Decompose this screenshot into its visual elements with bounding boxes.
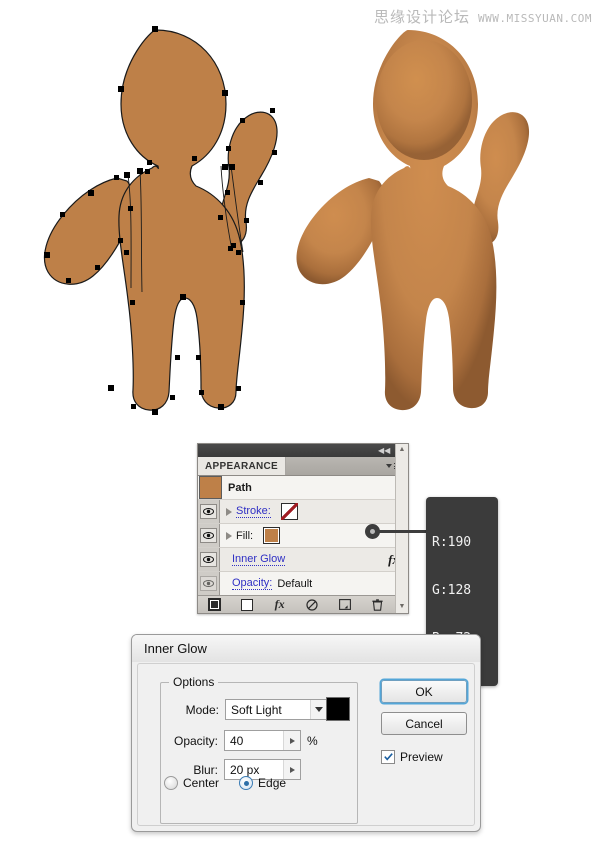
inner-glow-visibility-toggle[interactable]	[198, 548, 220, 571]
opacity-stepper-icon[interactable]	[283, 731, 300, 750]
ok-button-label: OK	[415, 684, 433, 699]
ok-button[interactable]: OK	[381, 680, 467, 703]
opacity-value: Default	[277, 577, 313, 590]
panel-titlebar: ◀◀ ✕	[198, 444, 408, 457]
eye-icon	[200, 528, 217, 543]
opacity-row-label[interactable]: Opacity:	[232, 577, 273, 590]
radio-edge[interactable]: Edge	[239, 776, 286, 790]
radio-center-indicator	[164, 776, 178, 790]
appearance-scrollbar[interactable]: ▲ ▼	[395, 444, 408, 613]
appearance-row-inner-glow[interactable]: Inner Glow fx	[198, 548, 408, 572]
dialog-title: Inner Glow	[144, 641, 207, 656]
eye-icon	[200, 552, 217, 567]
opacity-unit: %	[307, 733, 318, 748]
eye-icon	[200, 576, 217, 591]
preview-checkbox[interactable]: Preview	[381, 750, 443, 764]
panel-tab-filler	[286, 457, 408, 475]
options-group-legend: Options	[169, 675, 219, 689]
collapse-double-left-icon[interactable]: ◀◀	[378, 446, 390, 455]
blur-value: 20 px	[230, 762, 260, 777]
mode-row: Mode: Soft Light	[167, 699, 328, 720]
appearance-panel-footer: fx	[198, 595, 408, 613]
rgb-red-line: R:190	[432, 535, 472, 550]
panel-tab-row: APPEARANCE	[198, 457, 408, 476]
dialog-body: Options Mode: Soft Light Opacity: 40 % B…	[137, 663, 475, 826]
fill-disclosure-triangle-icon[interactable]	[226, 531, 232, 540]
duplicate-selected-item-icon[interactable]	[329, 599, 362, 610]
path-row-label: Path	[228, 481, 252, 494]
opacity-label: Opacity:	[173, 733, 218, 748]
scroll-down-icon[interactable]: ▼	[399, 601, 406, 613]
radio-edge-indicator	[239, 776, 254, 790]
chevron-down-icon[interactable]	[310, 700, 327, 719]
eyedropper-sample-point	[365, 524, 380, 539]
fill-color-swatch[interactable]	[263, 527, 281, 544]
radio-center[interactable]: Center	[164, 776, 219, 790]
checkbox-indicator	[381, 750, 395, 764]
clear-appearance-icon[interactable]	[296, 598, 329, 611]
glow-color-swatch[interactable]	[326, 697, 350, 721]
opacity-value: 40	[230, 733, 244, 748]
tab-appearance[interactable]: APPEARANCE	[198, 457, 287, 475]
inner-glow-dialog: Inner Glow Options Mode: Soft Light Opac…	[131, 634, 481, 832]
opacity-input[interactable]: 40	[224, 730, 301, 751]
opacity-row: Opacity: 40 %	[166, 730, 318, 751]
eye-icon	[200, 504, 217, 519]
opacity-visibility-toggle[interactable]	[198, 572, 220, 595]
rgb-green-line: G:128	[432, 583, 472, 598]
cancel-button[interactable]: Cancel	[381, 712, 467, 735]
cancel-button-label: Cancel	[405, 716, 443, 731]
stroke-color-swatch[interactable]	[280, 503, 298, 520]
radio-center-label: Center	[183, 776, 220, 790]
mode-label: Mode:	[185, 702, 219, 717]
preview-label: Preview	[400, 750, 443, 764]
artwork-canvas	[0, 0, 600, 440]
mode-select[interactable]: Soft Light	[225, 699, 328, 720]
inner-glow-row-label[interactable]: Inner Glow	[232, 553, 286, 566]
stroke-disclosure-triangle-icon[interactable]	[226, 507, 232, 516]
left-figure-group	[43, 26, 278, 415]
fill-row-label: Fill:	[236, 529, 254, 542]
screenshot-root: 思缘设计论坛 WWW.MISSYUAN.COM ◀◀ APPEARANCE Pa…	[0, 0, 600, 860]
chevron-down-icon	[386, 464, 392, 468]
path-color-thumbnail	[199, 476, 222, 499]
appearance-row-stroke[interactable]: Stroke:	[198, 500, 408, 524]
appearance-row-opacity[interactable]: Opacity: Default	[198, 572, 408, 595]
delete-selected-item-icon[interactable]	[361, 598, 394, 611]
stroke-visibility-toggle[interactable]	[198, 500, 220, 523]
radio-edge-label: Edge	[258, 776, 287, 790]
add-new-fill-icon[interactable]	[231, 598, 264, 611]
origin-radio-group: Center Edge	[164, 776, 286, 790]
right-figure-group	[296, 30, 530, 411]
scroll-up-icon[interactable]: ▲	[399, 444, 406, 456]
dialog-titlebar: Inner Glow	[132, 635, 480, 662]
appearance-row-path[interactable]: Path	[198, 476, 408, 500]
mode-value: Soft Light	[231, 702, 282, 717]
blur-label: Blur:	[193, 762, 218, 777]
add-new-effect-fx-icon[interactable]: fx	[263, 597, 296, 612]
fill-visibility-toggle[interactable]	[198, 524, 220, 547]
add-new-stroke-icon[interactable]	[198, 598, 231, 611]
stroke-row-label[interactable]: Stroke:	[236, 505, 271, 518]
